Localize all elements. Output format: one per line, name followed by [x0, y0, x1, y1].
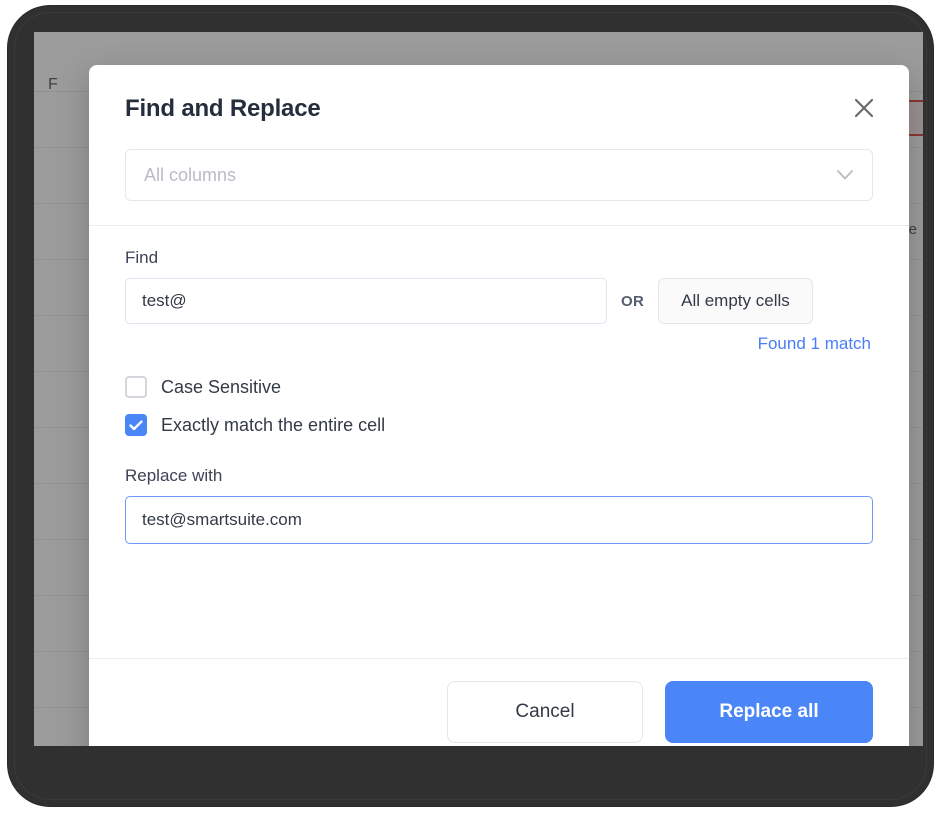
checkbox-checked-icon[interactable] — [125, 414, 147, 436]
checkbox-unchecked-icon[interactable] — [125, 376, 147, 398]
close-icon[interactable] — [847, 91, 881, 125]
app-screen: F re — [34, 32, 923, 746]
replace-input[interactable] — [125, 496, 873, 544]
or-label: OR — [621, 292, 645, 310]
dialog-header: Find and Replace — [89, 65, 909, 123]
column-select-placeholder: All columns — [144, 164, 237, 185]
found-matches-status[interactable]: Found 1 match — [758, 334, 871, 354]
dialog-body: Find OR All empty cells Found 1 match Ca… — [89, 226, 909, 658]
dialog-title: Find and Replace — [125, 95, 321, 122]
match-status-row: Found 1 match — [125, 334, 873, 354]
column-select-section: All columns — [89, 123, 909, 226]
device-frame: F re — [8, 6, 933, 806]
find-label: Find — [125, 248, 159, 267]
replace-label: Replace with — [125, 466, 223, 485]
cancel-button[interactable]: Cancel — [447, 681, 643, 743]
find-input[interactable] — [125, 278, 607, 324]
find-and-replace-dialog: Find and Replace All columns Find test@ … — [89, 65, 909, 746]
chevron-down-icon — [836, 169, 854, 181]
replace-section: Replace with — [125, 466, 873, 544]
option-label: Case Sensitive — [161, 376, 282, 397]
find-row: OR All empty cells — [125, 278, 873, 324]
dialog-footer: Cancel Replace all — [89, 658, 909, 746]
search-options: Case Sensitive Exactly match the entire … — [125, 368, 873, 444]
all-empty-cells-button[interactable]: All empty cells — [658, 278, 813, 324]
option-case-sensitive[interactable]: Case Sensitive — [125, 368, 873, 406]
option-exact-match[interactable]: Exactly match the entire cell — [125, 406, 873, 444]
option-label: Exactly match the entire cell — [161, 414, 386, 435]
column-select[interactable]: All columns — [125, 149, 873, 201]
replace-all-button[interactable]: Replace all — [665, 681, 873, 743]
